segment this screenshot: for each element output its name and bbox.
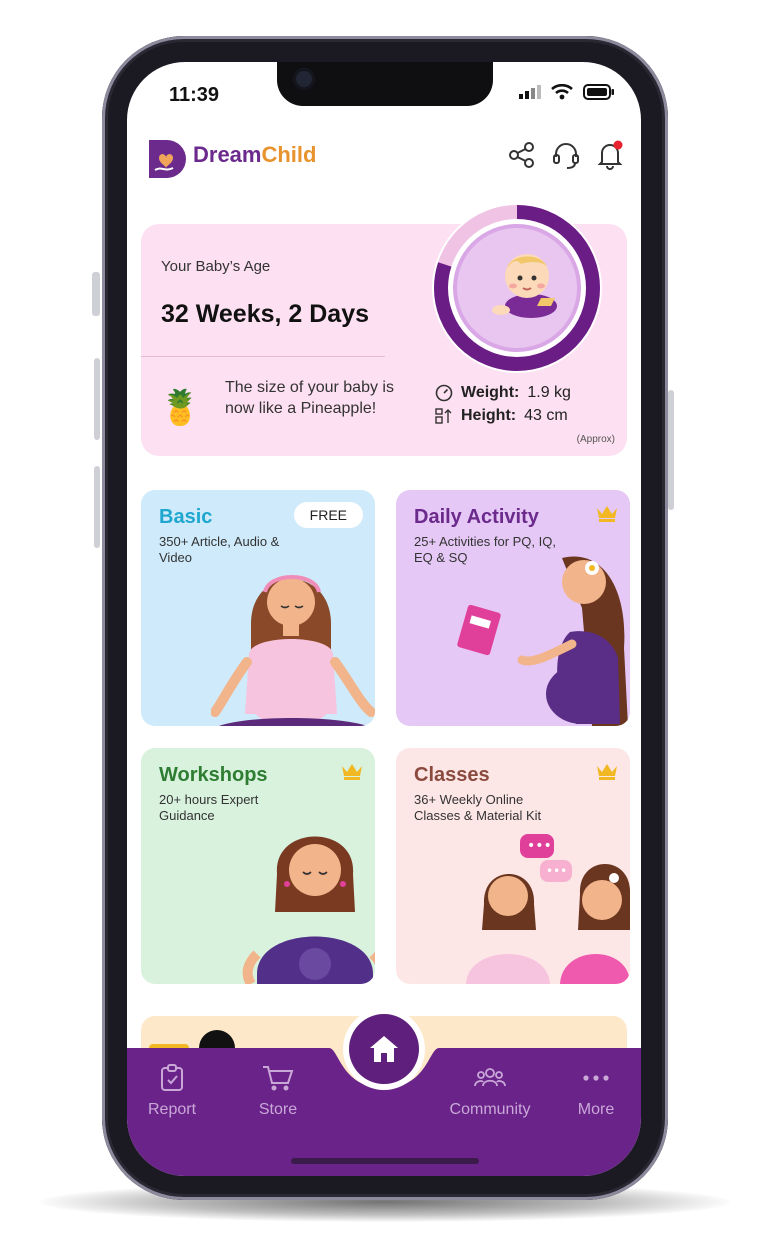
weight-value: 1.9 kg — [527, 384, 571, 401]
tile-workshops-title: Workshops — [159, 764, 268, 786]
home-indicator — [291, 1158, 479, 1164]
tile-daily-activity-title: Daily Activity — [414, 506, 539, 528]
age-value: 32 Weeks, 2 Days — [161, 300, 370, 328]
approx-note: (Approx) — [576, 434, 615, 445]
home-icon — [370, 1036, 398, 1062]
front-camera — [293, 68, 315, 90]
weight-label: Weight: — [461, 384, 520, 401]
meditating-woman-illustration — [211, 575, 375, 726]
premium-crown-icon — [597, 764, 617, 780]
nav-report[interactable]: Report — [127, 1064, 217, 1119]
clipboard-icon — [161, 1064, 183, 1091]
nav-community-label: Community — [449, 1101, 531, 1118]
tile-daily-activity[interactable]: Daily Activity 25+ Activities for PQ, IQ… — [396, 490, 630, 726]
svg-text:•••: ••• — [546, 864, 567, 878]
baby-size-text: The size of your baby is now like a Pine… — [225, 379, 394, 417]
tile-basic[interactable]: Basic 350+ Article, Audio & Video FREE — [141, 490, 375, 726]
battery-icon — [583, 84, 615, 105]
nav-more-label: More — [577, 1101, 615, 1118]
signal-icon — [519, 85, 541, 104]
bottom-navigation: Report Store Community More — [127, 1014, 641, 1176]
volume-up-button — [94, 358, 100, 440]
gauge-icon — [435, 384, 453, 402]
cart-icon — [263, 1066, 294, 1091]
nav-report-label: Report — [147, 1101, 197, 1118]
nav-more[interactable]: More — [551, 1064, 641, 1119]
tile-basic-title: Basic — [159, 506, 213, 528]
age-divider — [141, 356, 385, 357]
tile-classes[interactable]: Classes 36+ Weekly Online Classes & Mate… — [396, 748, 630, 984]
dreamchild-logo — [149, 140, 186, 178]
height-row: Height: 43 cm — [435, 407, 568, 425]
share-icon[interactable] — [507, 140, 537, 170]
pregnancy-progress-ring — [432, 203, 602, 373]
home-button[interactable] — [349, 1014, 419, 1084]
weight-row: Weight: 1.9 kg — [435, 384, 571, 402]
height-value: 43 cm — [524, 407, 568, 424]
mute-switch — [92, 272, 100, 316]
nav-community[interactable]: Community — [441, 1064, 539, 1119]
age-label: Your Baby’s Age — [161, 258, 271, 275]
height-icon — [435, 408, 452, 424]
brand-part-2: Child — [261, 142, 317, 167]
two-women-chatting-illustration: ••• ••• — [466, 834, 630, 984]
bell-icon[interactable] — [595, 140, 625, 170]
brand-part-1: Dream — [193, 142, 262, 167]
premium-crown-icon — [597, 506, 617, 522]
headset-icon[interactable] — [551, 140, 581, 170]
height-label: Height: — [461, 407, 517, 424]
notch — [277, 62, 493, 106]
free-badge: FREE — [293, 502, 363, 528]
app-header: DreamChild — [127, 130, 641, 186]
nav-store-label: Store — [258, 1101, 298, 1118]
expert-woman-illustration — [242, 836, 375, 984]
wifi-icon — [551, 83, 573, 105]
more-dots-icon — [583, 1075, 609, 1081]
pineapple-icon: 🍍 — [159, 389, 202, 427]
people-icon — [474, 1068, 506, 1087]
status-icons — [519, 83, 615, 105]
tile-classes-title: Classes — [414, 764, 490, 786]
device-mockup: 11:39 DreamChild Your Baby’s Age 32 Week… — [0, 0, 768, 1246]
premium-crown-icon — [342, 764, 362, 780]
tile-workshops[interactable]: Workshops 20+ hours Expert Guidance — [141, 748, 375, 984]
svg-text:•••: ••• — [527, 838, 552, 854]
volume-down-button — [94, 466, 100, 548]
status-time: 11:39 — [169, 84, 220, 106]
pregnant-woman-book-illustration — [457, 556, 628, 726]
nav-store[interactable]: Store — [233, 1064, 323, 1119]
brand-name: DreamChild — [193, 142, 316, 168]
tile-classes-subtitle: 36+ Weekly Online Classes & Material Kit — [414, 792, 542, 823]
app-screen: 11:39 DreamChild Your Baby’s Age 32 Week… — [127, 62, 641, 1176]
tile-workshops-subtitle: 20+ hours Expert Guidance — [159, 792, 259, 823]
power-button — [668, 390, 674, 510]
